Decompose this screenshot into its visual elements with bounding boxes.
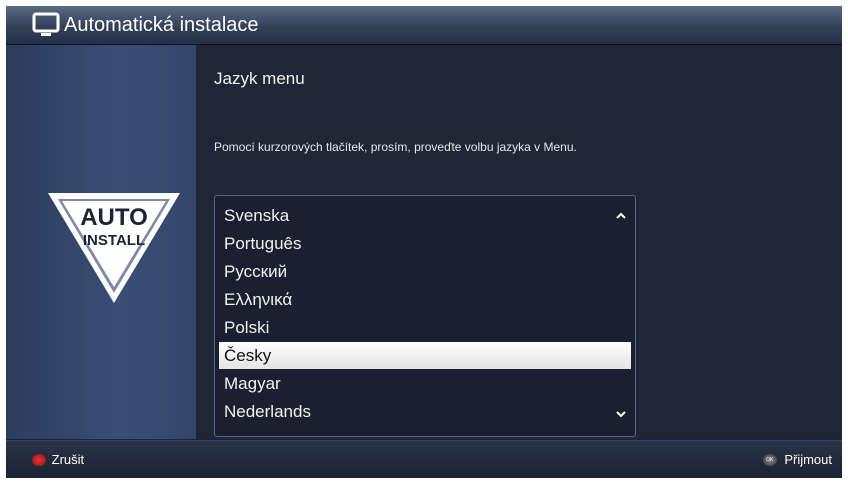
accept-button[interactable]: OK Přijmout xyxy=(762,451,832,469)
footer-bar: Zrušit OK Přijmout xyxy=(6,440,842,478)
ok-button-icon: OK xyxy=(762,453,777,466)
language-item-selected[interactable]: Česky xyxy=(219,342,631,369)
language-item[interactable]: Magyar xyxy=(219,370,631,397)
red-button-icon xyxy=(32,453,46,466)
section-heading: Jazyk menu xyxy=(214,69,305,88)
language-item[interactable]: Português xyxy=(219,230,631,257)
side-panel: AUTO INSTALL xyxy=(6,45,196,439)
language-item[interactable]: Русский xyxy=(219,258,631,285)
main-panel: Jazyk menu Pomocí kurzorových tlačítek, … xyxy=(196,45,842,439)
language-item[interactable]: Ελληνικά xyxy=(219,286,631,313)
logo-install-text: INSTALL xyxy=(83,232,145,249)
tv-icon xyxy=(32,12,60,36)
chevron-up-icon[interactable] xyxy=(615,210,627,222)
tv-screen: Automatická instalace AUTO INSTALL Jazyk… xyxy=(6,6,842,478)
cancel-label: Zrušit xyxy=(51,452,85,468)
language-list[interactable]: Svenska Português Русский Ελληνικά Polsk… xyxy=(214,195,636,437)
language-item[interactable]: Polski xyxy=(219,314,631,341)
accept-label: Přijmout xyxy=(784,452,832,468)
chevron-down-icon[interactable] xyxy=(615,408,627,420)
language-item[interactable]: Svenska xyxy=(219,202,631,229)
cancel-button[interactable]: Zrušit xyxy=(32,451,84,469)
logo-auto-text: AUTO xyxy=(80,204,148,231)
title-bar: Automatická instalace xyxy=(6,6,842,45)
instruction-text: Pomocí kurzorových tlačítek, prosím, pro… xyxy=(214,140,577,154)
auto-install-logo: AUTO INSTALL xyxy=(48,193,180,303)
language-item[interactable]: Nederlands xyxy=(219,398,631,425)
window-title: Automatická instalace xyxy=(64,14,259,36)
